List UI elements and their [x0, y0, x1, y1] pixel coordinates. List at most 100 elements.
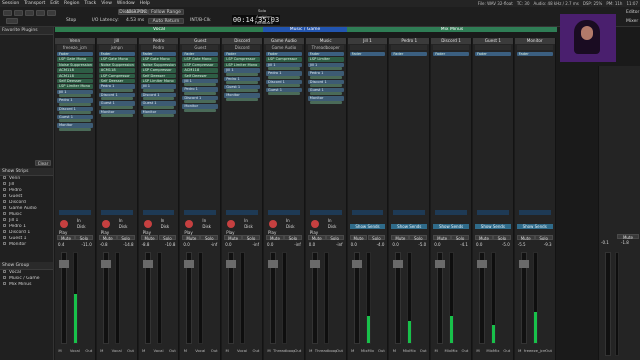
- strip-list-item[interactable]: Monitor: [0, 242, 53, 248]
- send-level-bar[interactable]: [309, 67, 342, 71]
- strip-out-label[interactable]: Out: [294, 348, 302, 353]
- plugin-processor[interactable]: LSP Compressor: [182, 62, 219, 68]
- plugin-processor[interactable]: LSP Gate Mono: [182, 57, 219, 62]
- panner[interactable]: [309, 210, 342, 215]
- panner[interactable]: [435, 210, 467, 215]
- processor-box[interactable]: Fader: [431, 52, 471, 210]
- strip-input-button[interactable]: Discord: [224, 45, 260, 50]
- visibility-checkbox[interactable]: [3, 224, 6, 227]
- strip-m-label[interactable]: M: [517, 348, 523, 353]
- processor-box[interactable]: Fader LSP Gate Mono Noise Suppression ACM11…: [97, 52, 137, 210]
- fader-processor[interactable]: Fader: [224, 52, 260, 57]
- visibility-checkbox[interactable]: [3, 236, 6, 239]
- send-level-bar[interactable]: [309, 100, 342, 104]
- strip-output-button[interactable]: Vocal: [64, 348, 86, 353]
- input-button[interactable]: In: [161, 218, 165, 223]
- solo-button[interactable]: Solo: [283, 235, 302, 241]
- strip-out-label[interactable]: Out: [210, 348, 218, 353]
- strip-name-button[interactable]: Music: [305, 38, 346, 44]
- visibility-checkbox[interactable]: [3, 194, 6, 197]
- solo-button[interactable]: Solo: [492, 235, 511, 241]
- plugin-processor[interactable]: ACM118: [57, 73, 93, 78]
- plugin-processor[interactable]: LSP Limiter Mono: [140, 78, 177, 84]
- strip-m-label[interactable]: M: [391, 348, 397, 353]
- strip-output-button[interactable]: Vocal: [106, 348, 128, 353]
- strip-input-button[interactable]: [475, 45, 511, 50]
- strip-out-label[interactable]: Out: [461, 348, 469, 353]
- goto-start-button[interactable]: [3, 10, 12, 16]
- visibility-checkbox[interactable]: [3, 206, 6, 209]
- strip-m-label[interactable]: M: [57, 348, 63, 353]
- fader-processor[interactable]: Fader: [516, 52, 553, 57]
- disk-button[interactable]: Disk: [77, 224, 86, 229]
- visibility-checkbox[interactable]: [3, 182, 6, 185]
- mute-button[interactable]: Mute: [307, 235, 326, 241]
- master-fader[interactable]: [605, 252, 611, 356]
- strip-name-button[interactable]: Jill: [96, 38, 137, 44]
- plugin-processor[interactable]: LSP Limiter Mono: [57, 84, 93, 89]
- plugin-processor[interactable]: ACM118: [182, 68, 219, 73]
- panner[interactable]: [477, 210, 509, 215]
- solo-button[interactable]: Solo: [451, 235, 469, 241]
- strip-name-button[interactable]: Monitor: [514, 38, 555, 44]
- strip-name-button[interactable]: Pedro: [138, 38, 179, 44]
- strip-name-button[interactable]: Venn: [55, 38, 95, 44]
- send-processor[interactable]: Monitor: [182, 104, 219, 109]
- fader-processor[interactable]: Fader: [391, 52, 428, 57]
- visibility-checkbox[interactable]: [3, 242, 6, 245]
- plugin-processor[interactable]: Self Deesser: [57, 78, 93, 84]
- record-enable-button[interactable]: [269, 220, 277, 228]
- processor-box[interactable]: Fader LSP Gate Mono LSP Compressor ACM118 Se…: [180, 52, 220, 210]
- processor-box[interactable]: Fader: [389, 52, 429, 210]
- auto-return-button[interactable]: Auto Return: [148, 18, 184, 24]
- plugin-processor[interactable]: Self Deesser: [98, 78, 135, 84]
- strip-name-button[interactable]: Jill 1: [347, 38, 388, 44]
- strip-output-button[interactable]: MixMix: [398, 348, 420, 353]
- record-enable-button[interactable]: [185, 220, 194, 228]
- send-level-bar[interactable]: [100, 113, 133, 117]
- strip-output-button[interactable]: Threadbooper: [273, 348, 295, 353]
- strip-output-button[interactable]: Threadbooper: [315, 348, 337, 353]
- menu-view[interactable]: View: [101, 1, 112, 6]
- processor-box[interactable]: Fader: [473, 52, 513, 210]
- strip-out-label[interactable]: Out: [127, 348, 135, 353]
- mute-button[interactable]: Mute: [182, 235, 201, 241]
- solo-button[interactable]: Solo: [200, 235, 219, 241]
- fader-knob[interactable]: [309, 260, 320, 268]
- record-button[interactable]: [6, 18, 18, 24]
- favorite-plugins-list[interactable]: [0, 35, 53, 160]
- strip-output-button[interactable]: Vocal: [189, 348, 211, 353]
- send-level-bar[interactable]: [309, 83, 342, 87]
- send-level-bar[interactable]: [142, 97, 175, 101]
- processor-box[interactable]: Fader: [348, 52, 388, 210]
- input-button[interactable]: In: [244, 218, 248, 223]
- fader-processor[interactable]: Fader: [98, 52, 135, 57]
- plugin-processor[interactable]: Noise Suppression: [57, 62, 93, 68]
- send-level-bar[interactable]: [226, 97, 258, 101]
- visibility-checkbox[interactable]: [3, 276, 6, 279]
- mixer-button[interactable]: Mixer: [626, 19, 638, 24]
- plugin-processor[interactable]: LSP Compressor: [266, 57, 302, 62]
- record-enable-button[interactable]: [101, 220, 110, 228]
- send-processor[interactable]: Guest 1: [98, 101, 135, 106]
- disk-button[interactable]: Disk: [286, 224, 295, 229]
- play-button[interactable]: [36, 10, 45, 16]
- send-level-bar[interactable]: [184, 83, 217, 87]
- send-processor[interactable]: Guest 1: [140, 101, 177, 106]
- send-level-bar[interactable]: [59, 127, 91, 131]
- send-level-bar[interactable]: [184, 108, 217, 112]
- send-level-bar[interactable]: [309, 92, 342, 96]
- send-level-bar[interactable]: [100, 105, 133, 109]
- send-level-bar[interactable]: [268, 92, 300, 96]
- strip-input-button[interactable]: Game Audio: [266, 45, 302, 50]
- disk-button[interactable]: Disk: [328, 224, 337, 229]
- plugin-processor[interactable]: LSP Limiter: [307, 57, 344, 62]
- solo-button[interactable]: Solo: [409, 235, 428, 241]
- show-sends-button[interactable]: Show Sends: [433, 224, 469, 229]
- strip-input-button[interactable]: [349, 45, 386, 50]
- loop-button[interactable]: [47, 10, 56, 16]
- feedback-indicator[interactable]: Feedback: [255, 20, 273, 25]
- visibility-checkbox[interactable]: [3, 212, 6, 215]
- mute-button[interactable]: Mute: [224, 235, 243, 241]
- send-processor[interactable]: Pedro 1: [57, 98, 93, 103]
